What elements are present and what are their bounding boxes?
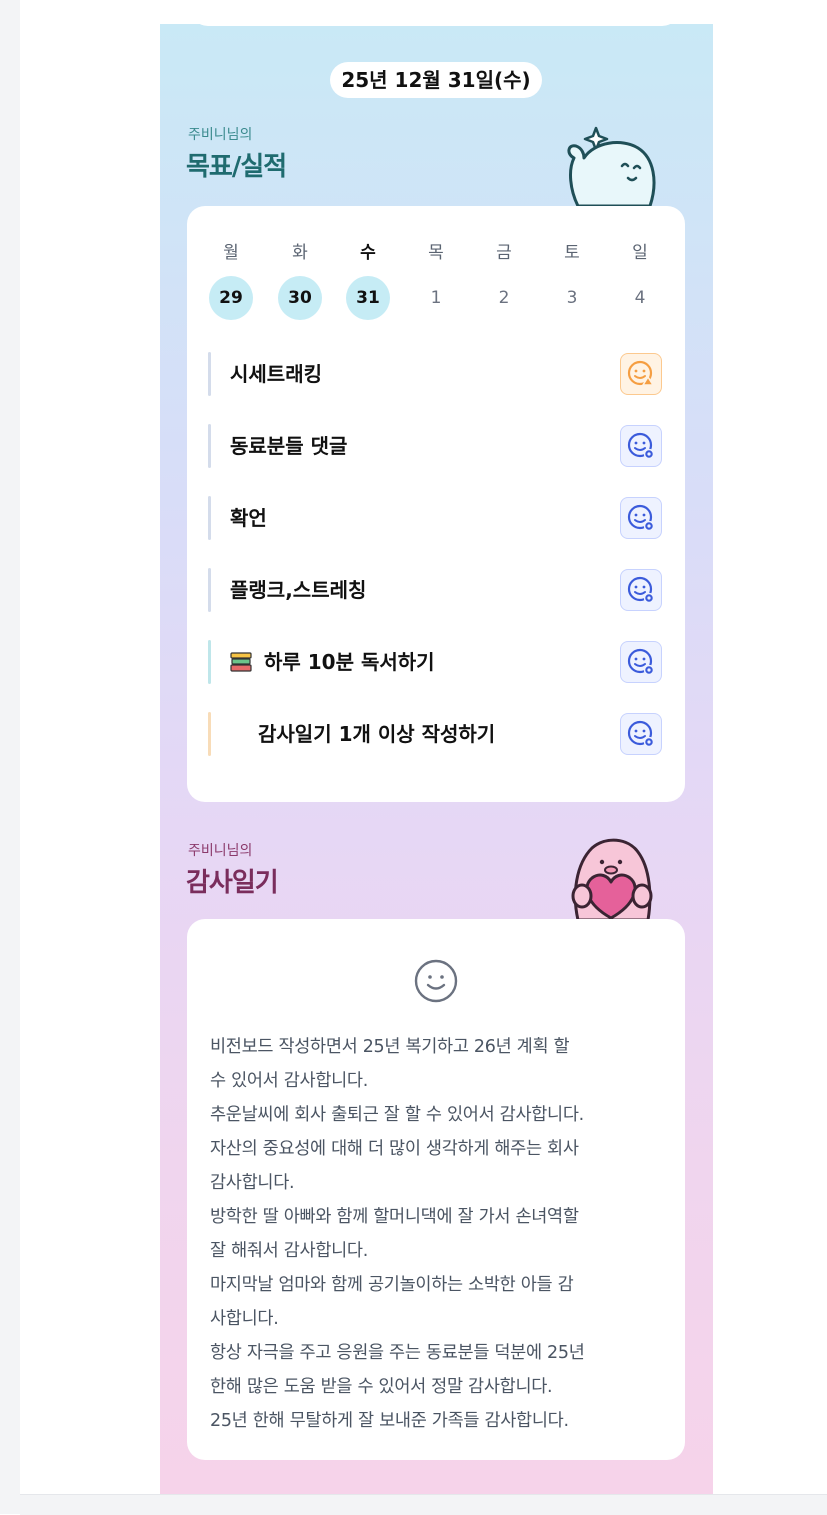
smile-face-icon: [414, 959, 458, 1003]
goal-item-bar: [208, 352, 211, 396]
goal-item[interactable]: 동료분들 댓글: [208, 424, 668, 468]
face-check-icon: [627, 432, 655, 460]
page-left-margin: [0, 0, 20, 1514]
face-check-icon: [627, 576, 655, 604]
goal-status-button[interactable]: [620, 641, 662, 683]
goal-status-button[interactable]: [620, 425, 662, 467]
goal-item-bar: [208, 496, 211, 540]
bottom-toolbar-edge: [20, 1494, 827, 1515]
gratitude-line: 자산의 중요성에 대해 더 많이 생각하게 해주는 회사: [210, 1139, 579, 1159]
gratitude-line: 잘 해줘서 감사합니다.: [210, 1241, 368, 1261]
goal-item-bar: [208, 712, 211, 756]
goal-item-label: 시세트래킹: [230, 362, 322, 386]
face-warning-icon: [627, 360, 655, 386]
goal-item-label: 플랭크,스트레칭: [230, 578, 367, 602]
books-icon: [230, 652, 252, 672]
gratitude-line: 마지막날 엄마와 함께 공기놀이하는 소박한 아들 감: [210, 1275, 574, 1295]
goal-item-label: 동료분들 댓글: [230, 434, 348, 458]
gratitude-line: 항상 자극을 주고 응원을 주는 동료분들 덕분에 25년: [210, 1343, 585, 1363]
date-badge: 25년 12월 31일(수): [330, 62, 542, 98]
gratitude-line: 감사합니다.: [210, 1173, 295, 1193]
goal-status-button[interactable]: [620, 353, 662, 395]
weekday-thu: 목: [428, 243, 444, 263]
date-3[interactable]: 3: [550, 276, 594, 320]
date-4[interactable]: 4: [618, 276, 662, 320]
goal-item-label: 감사일기 1개 이상 작성하기: [258, 722, 496, 746]
goal-item-label: 하루 10분 독서하기: [264, 650, 435, 674]
face-check-icon: [627, 720, 655, 748]
ghost-mascot-icon: [567, 126, 656, 206]
date-2[interactable]: 2: [482, 276, 526, 320]
heart-mascot-icon: [571, 838, 653, 920]
date-30[interactable]: 30: [278, 276, 322, 320]
gratitude-line: 수 있어서 감사합니다.: [210, 1071, 368, 1091]
gratitude-line: 사합니다.: [210, 1309, 279, 1329]
gratitude-entry: 비전보드 작성하면서 25년 복기하고 26년 계획 할 수 있어서 감사합니다…: [210, 1030, 670, 1438]
weekday-tue: 화: [292, 243, 308, 263]
date-31[interactable]: 31: [346, 276, 390, 320]
weekday-mon: 월: [223, 243, 239, 263]
face-check-icon: [627, 504, 655, 532]
goal-item-bar: [208, 568, 211, 612]
goal-item-bar: [208, 640, 211, 684]
gratitude-section-title: 감사일기: [186, 868, 279, 898]
date-1[interactable]: 1: [414, 276, 458, 320]
goal-item[interactable]: 하루 10분 독서하기: [208, 640, 668, 684]
weekday-sun: 일: [632, 243, 648, 263]
goal-item-bar: [208, 424, 211, 468]
goal-item-label: 확언: [230, 506, 267, 530]
goal-status-button[interactable]: [620, 713, 662, 755]
goal-item[interactable]: 시세트래킹: [208, 352, 668, 396]
gratitude-line: 비전보드 작성하면서 25년 복기하고 26년 계획 할: [210, 1037, 570, 1057]
goal-status-button[interactable]: [620, 497, 662, 539]
weekday-sat: 토: [564, 243, 580, 263]
goals-section-title: 목표/실적: [186, 152, 287, 182]
previous-card-edge: [190, 0, 680, 26]
goal-item[interactable]: 플랭크,스트레칭: [208, 568, 668, 612]
gratitude-line: 추운날씨에 회사 출퇴근 잘 할 수 있어서 감사합니다.: [210, 1105, 584, 1125]
gratitude-owner-label: 주비니님의: [188, 843, 253, 859]
gratitude-line: 방학한 딸 아빠와 함께 할머니댁에 잘 가서 손녀역할: [210, 1207, 579, 1227]
date-29[interactable]: 29: [209, 276, 253, 320]
gratitude-line: 한해 많은 도움 받을 수 있어서 정말 감사합니다.: [210, 1377, 553, 1397]
weekday-wed: 수: [360, 243, 376, 263]
goal-status-button[interactable]: [620, 569, 662, 611]
weekday-fri: 금: [496, 243, 512, 263]
goals-owner-label: 주비니님의: [188, 127, 253, 143]
gratitude-line: 25년 한해 무탈하게 잘 보내준 가족들 감사합니다.: [210, 1411, 569, 1431]
goal-item[interactable]: 확언: [208, 496, 668, 540]
face-check-icon: [627, 648, 655, 676]
goal-item[interactable]: 감사일기 1개 이상 작성하기: [208, 712, 668, 756]
